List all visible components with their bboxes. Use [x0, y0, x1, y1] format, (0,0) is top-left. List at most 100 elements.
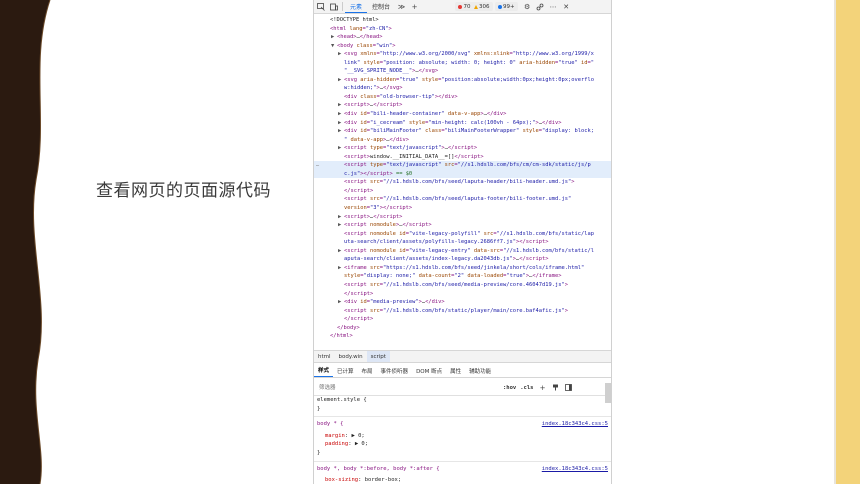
error-icon: [458, 4, 463, 9]
property-value: ▶ 0;: [351, 432, 365, 439]
property-value: ▶ 0;: [354, 441, 369, 448]
new-style-rule-icon[interactable]: +: [539, 384, 547, 392]
dom-node-line[interactable]: uta-search/client/assets/polyfills-legac…: [314, 238, 611, 247]
rule-divider: [314, 460, 611, 462]
tab-properties[interactable]: 属性: [446, 364, 465, 377]
property-name: margin: [325, 432, 345, 439]
tab-dom-breakpoints[interactable]: DOM 断点: [412, 364, 446, 377]
settings-gear-icon[interactable]: ⚙: [521, 0, 534, 13]
dom-node-line[interactable]: ▶ <script nomodule id="vite-legacy-entry"…: [314, 247, 611, 256]
rule-divider: [314, 416, 611, 418]
breadcrumb: html body.win script: [314, 350, 611, 363]
dom-node-line[interactable]: </html>: [314, 332, 611, 341]
style-property[interactable]: box-sizing: border-box;: [314, 476, 611, 484]
styles-filter-input[interactable]: [319, 382, 499, 393]
gutter-mark: …: [316, 162, 320, 169]
tab-styles[interactable]: 样式: [314, 364, 334, 377]
add-tab-icon[interactable]: +: [408, 0, 421, 13]
dom-node-line[interactable]: aputa-search/client/assets/index-legacy.…: [314, 255, 611, 264]
dom-node-line[interactable]: style="display: none;" data-count="2" da…: [314, 272, 611, 281]
dom-node-line[interactable]: ▼ <body class="win">: [314, 42, 611, 51]
property-name: padding: [325, 441, 349, 448]
dom-node-line[interactable]: </script>: [314, 187, 611, 196]
style-rule-header: body *, body *:before, body *:after { in…: [314, 465, 611, 474]
dom-node-line[interactable]: ▶ <head>…</head>: [314, 33, 611, 42]
tab-event-listeners[interactable]: 事件侦听器: [377, 364, 413, 377]
property-value: border-box;: [364, 477, 402, 484]
dom-tree[interactable]: <!DOCTYPE html> <html lang="zh-CN"> ▶ <head…: [314, 14, 611, 352]
styles-scrollbar[interactable]: [605, 383, 611, 403]
dom-node-line[interactable]: <script>window.__INITIAL_DATA__=[]</scri…: [314, 153, 611, 162]
dom-node-line[interactable]: ▶ <div id="i_cecream" style="min-height: …: [314, 119, 611, 128]
dom-node-line[interactable]: ▶ <div id="media-preview">…</div>: [314, 298, 611, 307]
warning-count: 306: [479, 3, 490, 10]
dom-node-line[interactable]: <script nomodule id="vite-legacy-polyfil…: [314, 230, 611, 239]
dom-node-line[interactable]: " data-v-app>…</div>: [314, 136, 611, 145]
dom-node-line[interactable]: version="3"></script>: [314, 204, 611, 213]
warning-icon: [473, 4, 478, 9]
element-style-rule[interactable]: element.style {: [314, 396, 611, 405]
close-icon[interactable]: ✕: [560, 0, 573, 13]
more-options-icon[interactable]: ⋯: [547, 0, 560, 13]
issues-badge[interactable]: 70 306: [455, 2, 493, 11]
dom-node-line[interactable]: <div class="old-browser-tip"></div>: [314, 93, 611, 102]
devtools-toolbar: 元素 控制台 ≫ + 70 306 99+ ⚙ ⋯ ✕: [314, 0, 611, 14]
dom-node-line[interactable]: </script>: [314, 290, 611, 299]
dom-node-line[interactable]: … <script type="text/javascript" src="//s…: [314, 161, 611, 170]
tab-computed[interactable]: 已计算: [333, 364, 358, 377]
slide-caption: 查看网页的页面源代码: [96, 181, 271, 201]
dom-node-line[interactable]: ▶ <script>…</script>: [314, 213, 611, 222]
rule-close: }: [317, 449, 321, 456]
dom-node-line[interactable]: c.js"></script> == $0: [314, 169, 611, 179]
tab-elements[interactable]: 元素: [345, 0, 368, 13]
dom-node-line[interactable]: w:hidden;">…</svg>: [314, 84, 611, 93]
info-count: 99+: [503, 3, 515, 10]
info-badge[interactable]: 99+: [494, 2, 518, 11]
style-property[interactable]: margin: ▶ 0;: [314, 432, 611, 441]
property-name: box-sizing: [325, 477, 359, 484]
style-property[interactable]: padding: ▶ 0;: [314, 440, 611, 449]
toolbar-separator: [342, 2, 343, 11]
paint-icon[interactable]: [552, 384, 560, 392]
tab-accessibility[interactable]: 辅助功能: [465, 364, 495, 377]
more-tabs-icon[interactable]: ≫: [395, 0, 408, 13]
rule-source-link[interactable]: index.18c343c4.css:5: [542, 465, 608, 474]
dom-node-line[interactable]: ▶ <script nomodule>…</script>: [314, 221, 611, 230]
dom-node-line[interactable]: "__SVG_SPRITE_NODE__">…</svg>: [314, 67, 611, 76]
tab-layout[interactable]: 布局: [358, 364, 377, 377]
dom-node-line[interactable]: <script src="//s1.hdslb.com/bfs/static/p…: [314, 307, 611, 316]
remote-devices-icon[interactable]: [534, 0, 547, 13]
devtools-panel: 元素 控制台 ≫ + 70 306 99+ ⚙ ⋯ ✕ <!DOCTYPE ht…: [313, 0, 612, 484]
dom-node-line[interactable]: </script>: [314, 315, 611, 324]
toggle-sidebar-icon[interactable]: [565, 384, 573, 392]
breadcrumb-html[interactable]: html: [314, 351, 335, 362]
rule-source-link[interactable]: index.18c343c4.css:5: [542, 420, 608, 429]
dom-node-line[interactable]: ▶ <script type="text/javascript">…</scrip…: [314, 144, 611, 153]
styles-filter-bar: :hov .cls +: [314, 380, 611, 396]
dom-node-line[interactable]: <script src="//s1.hdslb.com/bfs/seed/lap…: [314, 178, 611, 187]
dom-node-line[interactable]: <html lang="zh-CN">: [314, 25, 611, 34]
cls-toggle[interactable]: .cls: [520, 385, 533, 391]
dom-node-line[interactable]: </body>: [314, 324, 611, 333]
dom-node-line[interactable]: ▶ <svg xmlns="http://www.w3.org/2000/svg"…: [314, 50, 611, 59]
dom-node-line[interactable]: link" style="position: absolute; width: …: [314, 59, 611, 68]
tab-console[interactable]: 控制台: [367, 0, 395, 13]
info-icon: [497, 4, 502, 9]
styles-pane: element.style { } body * { index.18c343c…: [314, 396, 611, 484]
dom-node-line[interactable]: ▶ <div id="bili-header-container" data-v-…: [314, 110, 611, 119]
dom-node-line[interactable]: ▶ <div id="biliMainFooter" class="biliMai…: [314, 127, 611, 136]
dom-node-line[interactable]: <script src="//s1.hdslb.com/bfs/seed/lap…: [314, 195, 611, 204]
dom-node-line[interactable]: ▶ <iframe src="https://s1.hdslb.com/bfs/s…: [314, 264, 611, 273]
breadcrumb-script[interactable]: script: [366, 351, 390, 362]
breadcrumb-body[interactable]: body.win: [335, 351, 367, 362]
dom-node-line[interactable]: ▶ <script>…</script>: [314, 101, 611, 110]
error-count: 70: [463, 3, 471, 10]
dom-node-line[interactable]: <script src="//s1.hdslb.com/bfs/seed/med…: [314, 281, 611, 290]
hov-toggle[interactable]: :hov: [503, 385, 516, 391]
inspect-element-icon[interactable]: [314, 0, 327, 13]
dom-node-line[interactable]: ▶ <svg aria-hidden="true" style="position…: [314, 76, 611, 85]
slide-right-decoration: [836, 0, 860, 484]
dom-node-line[interactable]: <!DOCTYPE html>: [314, 16, 611, 25]
device-toolbar-icon[interactable]: [327, 0, 340, 13]
rule-selector: body *, body *:before, body *:after {: [317, 465, 440, 472]
